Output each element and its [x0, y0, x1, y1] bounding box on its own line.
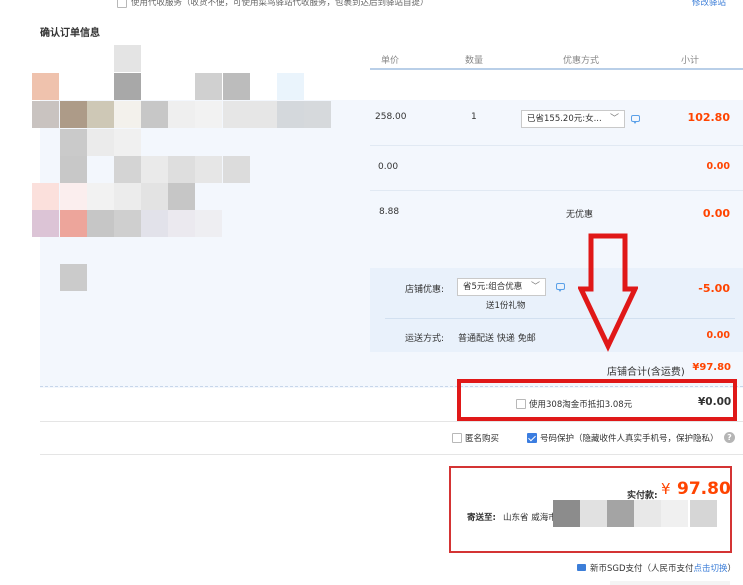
item-3-discount: 无优惠 — [566, 210, 594, 220]
currency-switch-link[interactable]: 点击切换 — [694, 564, 728, 574]
privacy-checkbox[interactable] — [527, 433, 537, 443]
message-icon[interactable] — [631, 115, 640, 124]
item-1-quantity: 1 — [471, 112, 477, 122]
store-total-label: 店铺合计(含运费) — [607, 367, 685, 378]
item-1-discount-value: 已省155.20元:女... — [527, 114, 602, 124]
item-3-subtotal: 0.00 — [702, 207, 730, 220]
section-title: 确认订单信息 — [40, 28, 100, 39]
ship-to-label: 寄送至: — [467, 513, 496, 523]
currency-close-paren: ） — [727, 564, 737, 574]
bottom-edge — [610, 581, 730, 585]
coins-label: 使用308淘金币抵扣3.08元 — [529, 400, 633, 410]
item-1-subtotal: 102.80 — [687, 111, 730, 124]
proxy-service-text: 使用代收服务（收货不便，可使用菜鸟驿站代收服务，包裹到达后到驿站自提） — [131, 0, 429, 8]
item-2-price: 0.00 — [378, 162, 399, 172]
address-pixelated — [553, 500, 717, 527]
privacy-label: 号码保护（隐藏收件人真实手机号，保护隐私） — [540, 434, 719, 444]
item-1-discount-select[interactable]: 已省155.20元:女... ﹀ — [521, 110, 625, 128]
store-discount-value: 省5元:组合优惠 — [463, 282, 523, 292]
header-quantity: 数量 — [465, 56, 484, 66]
store-gift-text: 送1份礼物 — [486, 301, 526, 311]
header-subtotal: 小计 — [681, 56, 700, 66]
modify-station-link[interactable]: 修改驿站 — [692, 0, 726, 8]
currency-icon — [577, 564, 586, 571]
message-icon[interactable] — [556, 283, 565, 292]
header-divider — [370, 68, 743, 70]
ship-to-address: 山东省 威海市 — [503, 513, 557, 523]
anonymous-label: 匿名购买 — [465, 434, 500, 444]
help-icon[interactable]: ? — [724, 432, 735, 443]
store-discount-label: 店铺优惠: — [405, 285, 445, 295]
chevron-down-icon: ﹀ — [530, 282, 540, 292]
shipping-value: 普通配送 快递 免邮 — [458, 334, 536, 344]
item-3-price: 8.88 — [379, 207, 400, 217]
item-2-subtotal: 0.00 — [706, 161, 730, 172]
store-discount-amount: -5.00 — [698, 282, 730, 295]
coins-amount: ¥0.00 — [698, 396, 732, 408]
item-row-divider — [370, 190, 743, 191]
chevron-down-icon: ﹀ — [609, 114, 619, 124]
section-divider — [40, 421, 743, 422]
proxy-service-checkbox[interactable] — [117, 0, 127, 8]
coins-checkbox[interactable] — [516, 399, 526, 409]
item-1-price: 258.00 — [375, 112, 407, 122]
payment-amount: 97.80 — [677, 479, 731, 499]
store-panel-divider — [385, 318, 735, 319]
anonymous-checkbox[interactable] — [452, 433, 462, 443]
currency-text: 新币SGD支付（人民币支付 — [590, 564, 694, 574]
product-images-pixelated — [32, 45, 365, 295]
header-unit-price: 单价 — [381, 56, 400, 66]
shipping-label: 运送方式: — [405, 334, 445, 344]
header-discount: 优惠方式 — [563, 56, 600, 66]
payment-currency: ¥ — [661, 480, 671, 498]
store-total-amount: ¥97.80 — [692, 362, 731, 373]
store-discount-select[interactable]: 省5元:组合优惠 ﹀ — [457, 278, 546, 296]
red-arrow-annotation — [578, 233, 638, 352]
section-divider — [40, 454, 743, 455]
currency-switch-text: 新币SGD支付（人民币支付点击切换） — [590, 562, 736, 574]
shipping-amount: 0.00 — [706, 330, 730, 341]
item-row-divider — [370, 145, 743, 146]
